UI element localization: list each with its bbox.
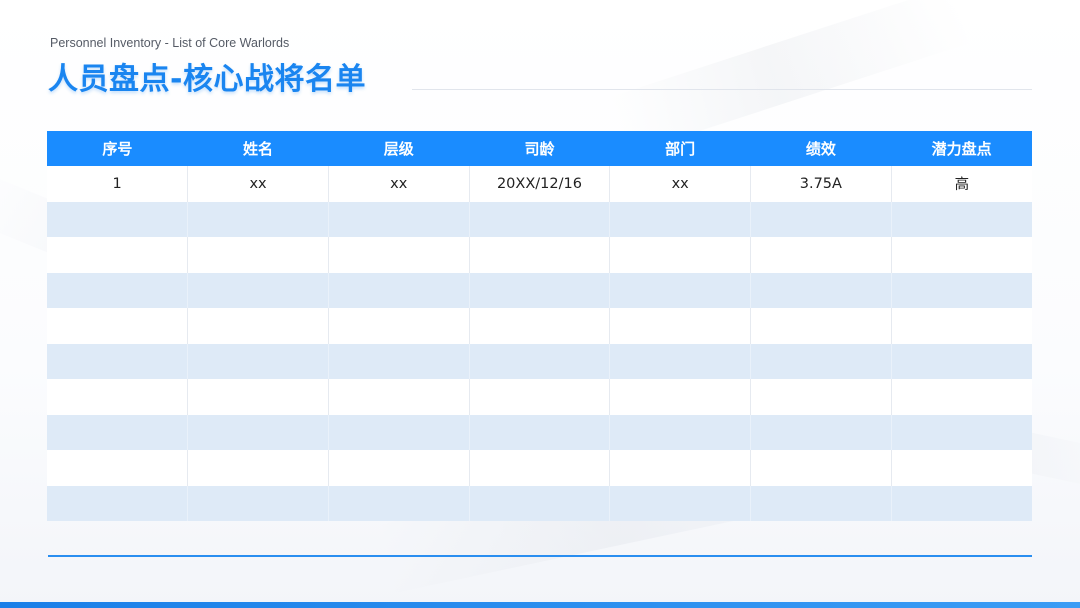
table-cell (750, 201, 892, 237)
table-cell (890, 237, 1032, 273)
table-row (47, 272, 1032, 308)
table-cell (750, 272, 892, 308)
footer-accent-bar (0, 602, 1080, 608)
table-cell (890, 308, 1032, 344)
table-row (47, 485, 1032, 521)
table-cell (47, 237, 188, 273)
table-cell: 3.75A (750, 166, 892, 202)
table-cell: xx (327, 166, 470, 202)
table-row (47, 343, 1032, 379)
table-cell (187, 379, 329, 415)
column-header-department: 部门 (609, 131, 751, 166)
table-cell (327, 343, 470, 379)
table-cell (47, 485, 188, 521)
table-cell (468, 272, 610, 308)
table-cell (327, 414, 470, 450)
table-cell (187, 485, 329, 521)
table-cell (468, 485, 610, 521)
column-header-level: 层级 (328, 131, 470, 166)
table-cell (609, 379, 751, 415)
table-cell (187, 308, 329, 344)
table-cell (609, 414, 751, 450)
table-cell: xx (609, 166, 751, 202)
table-cell (750, 308, 892, 344)
table-cell (327, 379, 470, 415)
table-cell (327, 485, 470, 521)
table-cell (750, 379, 892, 415)
table-row (47, 201, 1032, 237)
table-cell (750, 237, 892, 273)
table-header-row: 序号 姓名 层级 司龄 部门 绩效 潜力盘点 (47, 131, 1032, 166)
table-cell (890, 414, 1032, 450)
table-cell (890, 450, 1032, 486)
table-cell (609, 237, 751, 273)
table-row (47, 237, 1032, 273)
table-cell (609, 272, 751, 308)
table-cell (47, 343, 188, 379)
table-cell (609, 343, 751, 379)
table-cell (187, 414, 329, 450)
table-cell (327, 272, 470, 308)
title-divider (412, 89, 1032, 90)
table-cell: 高 (890, 166, 1032, 202)
table-cell (468, 379, 610, 415)
table-cell (609, 485, 751, 521)
table-cell (468, 237, 610, 273)
table-cell (187, 272, 329, 308)
page-title: 人员盘点-核心战将名单 (48, 62, 366, 97)
column-header-performance: 绩效 (750, 131, 892, 166)
table-cell (47, 272, 188, 308)
table-cell (750, 343, 892, 379)
table-cell (468, 201, 610, 237)
table-cell (47, 308, 188, 344)
table-cell (327, 237, 470, 273)
table-cell (750, 414, 892, 450)
table-cell (890, 379, 1032, 415)
table-cell (468, 308, 610, 344)
page-subtitle: Personnel Inventory - List of Core Warlo… (50, 36, 290, 50)
table-cell (187, 343, 329, 379)
core-warlords-table: 序号 姓名 层级 司龄 部门 绩效 潜力盘点 1 xx xx 20XX/12/1… (47, 131, 1032, 521)
table-cell (890, 485, 1032, 521)
table-cell (609, 308, 751, 344)
table-row (47, 414, 1032, 450)
footer-divider (48, 555, 1032, 557)
table-cell (468, 414, 610, 450)
table-cell (609, 201, 751, 237)
column-header-potential: 潜力盘点 (891, 131, 1032, 166)
table-cell (47, 414, 188, 450)
table-row (47, 308, 1032, 344)
table-cell (47, 450, 188, 486)
table-cell (750, 450, 892, 486)
table-cell (609, 450, 751, 486)
table-cell (327, 201, 470, 237)
table-cell (47, 379, 188, 415)
table-cell (327, 308, 470, 344)
column-header-index: 序号 (47, 131, 188, 166)
table-row (47, 379, 1032, 415)
column-header-name: 姓名 (187, 131, 329, 166)
table-cell (890, 343, 1032, 379)
table-cell: xx (187, 166, 329, 202)
table-cell: 20XX/12/16 (468, 166, 610, 202)
table-row (47, 450, 1032, 486)
table-cell (187, 237, 329, 273)
table-cell (187, 201, 329, 237)
table-cell (327, 450, 470, 486)
table-cell (47, 201, 188, 237)
table-cell (468, 343, 610, 379)
table-cell: 1 (47, 166, 188, 202)
column-header-tenure: 司龄 (469, 131, 610, 166)
table-cell (187, 450, 329, 486)
table-cell (890, 201, 1032, 237)
table-cell (750, 485, 892, 521)
table-row: 1 xx xx 20XX/12/16 xx 3.75A 高 (47, 166, 1032, 202)
table-cell (468, 450, 610, 486)
table-cell (890, 272, 1032, 308)
